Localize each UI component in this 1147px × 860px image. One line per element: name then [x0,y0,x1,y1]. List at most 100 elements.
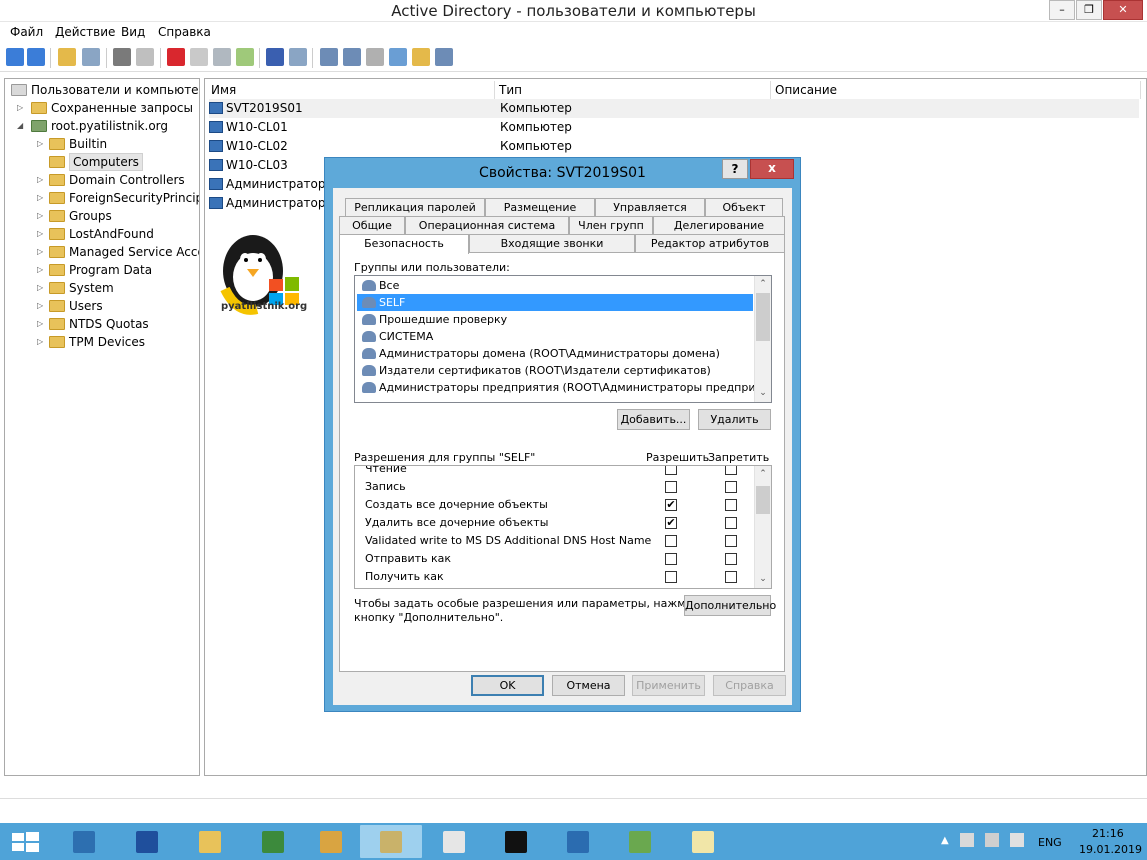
permission-allow-checkbox[interactable] [665,571,677,583]
taskbar-server-manager[interactable] [53,825,115,858]
taskbar-cmd[interactable] [485,825,547,858]
export-icon[interactable] [236,48,254,66]
tree-item-ntds-quotas[interactable]: ▷ NTDS Quotas [35,315,149,333]
cancel-button[interactable]: Отмена [552,675,625,696]
column-header-name[interactable]: Имя [207,81,495,99]
tree-domain[interactable]: ◢ root.pyatilistnik.org [15,117,168,135]
console-tree-icon[interactable] [82,48,100,66]
maximize-button[interactable]: ❐ [1076,0,1102,20]
permission-deny-checkbox[interactable] [725,571,737,583]
tray-volume-icon[interactable] [1010,833,1024,847]
tree-item-users[interactable]: ▷ Users [35,297,103,315]
expand-icon[interactable]: ▷ [37,248,45,256]
taskbar-notes[interactable] [672,825,734,858]
taskbar-scheduler[interactable] [300,825,362,858]
add-button[interactable]: Добавить... [617,409,690,430]
menu-action[interactable]: Действие [55,25,115,39]
group-list-item[interactable]: Администраторы домена (ROOT\Администрато… [357,345,753,362]
expand-icon[interactable]: ▷ [37,230,45,238]
expand-icon[interactable]: ▷ [37,302,45,310]
tray-network-icon[interactable] [985,833,999,847]
tab-tabs_row1-3[interactable]: Объект [705,198,783,216]
tree-item-builtin[interactable]: ▷ Builtin [35,135,107,153]
tab-tabs_row1-1[interactable]: Размещение [485,198,595,216]
delete-icon[interactable] [167,48,185,66]
permissions-scrollbar[interactable]: ⌃ ⌄ [754,466,771,588]
group-list-item[interactable]: Администраторы предприятия (ROOT\Админис… [357,379,771,396]
forward-icon[interactable] [27,48,45,66]
expand-icon[interactable]: ▷ [17,104,25,112]
permission-allow-checkbox[interactable]: ✔ [665,499,677,511]
group-list-item[interactable]: Прошедшие проверку [357,311,753,328]
expand-icon[interactable]: ▷ [37,320,45,328]
tree-item-lostandfound[interactable]: ▷ LostAndFound [35,225,154,243]
new-group-icon[interactable] [343,48,361,66]
new-user-icon[interactable] [320,48,338,66]
tree-item-managed-service-accoun[interactable]: ▷ Managed Service Accoun [35,243,199,261]
tree-item-program-data[interactable]: ▷ Program Data [35,261,152,279]
permission-allow-checkbox[interactable] [665,553,677,565]
expand-icon[interactable]: ▷ [37,194,45,202]
permission-deny-checkbox[interactable] [725,517,737,529]
scroll-thumb[interactable] [756,293,770,341]
tab-tabs_row2-2[interactable]: Член групп [569,216,653,234]
expand-icon[interactable]: ▷ [37,176,45,184]
list-row[interactable]: SVT2019S01 Компьютер [209,99,1139,118]
permission-deny-checkbox[interactable] [725,553,737,565]
filter-icon[interactable] [389,48,407,66]
apply-button[interactable]: Применить [632,675,705,696]
permission-deny-checkbox[interactable] [725,499,737,511]
add-to-group-icon[interactable] [435,48,453,66]
tree-saved-queries[interactable]: ▷ Сохраненные запросы [15,99,193,117]
tab-tabs_row1-0[interactable]: Репликация паролей [345,198,485,216]
expand-icon[interactable]: ▷ [37,212,45,220]
permission-allow-checkbox[interactable] [665,481,677,493]
tray-language[interactable]: ENG [1038,836,1062,849]
scroll-up-icon[interactable]: ⌃ [755,466,771,482]
group-list-item[interactable]: Издатели сертификатов (ROOT\Издатели сер… [357,362,753,379]
scroll-up-icon[interactable]: ⌃ [755,276,771,292]
menu-help[interactable]: Справка [158,25,211,39]
tree-item-tpm-devices[interactable]: ▷ TPM Devices [35,333,145,351]
dialog-close-button[interactable]: x [750,159,794,179]
refresh-icon[interactable] [213,48,231,66]
advanced-button[interactable]: Дополнительно [684,595,776,616]
scroll-thumb[interactable] [756,486,770,514]
tab-tabs_row1-2[interactable]: Управляется [595,198,705,216]
start-button[interactable] [0,825,52,858]
tree-item-computers[interactable]: Computers [35,153,143,171]
scroll-down-icon[interactable]: ⌄ [755,571,771,587]
help-icon[interactable] [266,48,284,66]
cut-icon[interactable] [113,48,131,66]
collapse-icon[interactable]: ◢ [17,122,25,130]
groups-listbox[interactable]: Все SELF Прошедшие проверку СИСТЕМА Админист… [354,275,772,403]
expand-icon[interactable]: ▷ [37,140,45,148]
tab-tabs_row2-0[interactable]: Общие [339,216,405,234]
taskbar-ad-users[interactable] [360,825,422,858]
menu-file[interactable]: Файл [10,25,43,39]
tree-item-foreignsecurityprincipals[interactable]: ▷ ForeignSecurityPrincipals [35,189,199,207]
tray-security-icon[interactable] [960,833,974,847]
tree-root[interactable]: Пользователи и компьютеры а [11,81,199,99]
minimize-button[interactable]: – [1049,0,1075,20]
permission-allow-checkbox[interactable] [665,535,677,547]
action-pane-icon[interactable] [289,48,307,66]
taskbar-explorer[interactable] [179,825,241,858]
tab-tabs_row2-3[interactable]: Делегирование [653,216,785,234]
menu-view[interactable]: Вид [121,25,145,39]
group-list-item[interactable]: СИСТЕМА [357,328,753,345]
up-folder-icon[interactable] [58,48,76,66]
tray-date[interactable]: 19.01.2019 [1079,843,1142,856]
list-row[interactable]: W10-CL01 Компьютер [209,118,1139,137]
taskbar-app[interactable] [609,825,671,858]
dialog-help-button[interactable]: ? [722,159,748,179]
permission-deny-checkbox[interactable] [725,481,737,493]
tab-tabs_row3-1[interactable]: Входящие звонки [469,234,635,252]
tree-item-groups[interactable]: ▷ Groups [35,207,112,225]
column-header-type[interactable]: Тип [495,81,771,99]
permission-deny-checkbox[interactable] [725,535,737,547]
permission-allow-checkbox[interactable] [665,466,677,475]
expand-icon[interactable]: ▷ [37,338,45,346]
properties-icon[interactable] [190,48,208,66]
back-icon[interactable] [6,48,24,66]
